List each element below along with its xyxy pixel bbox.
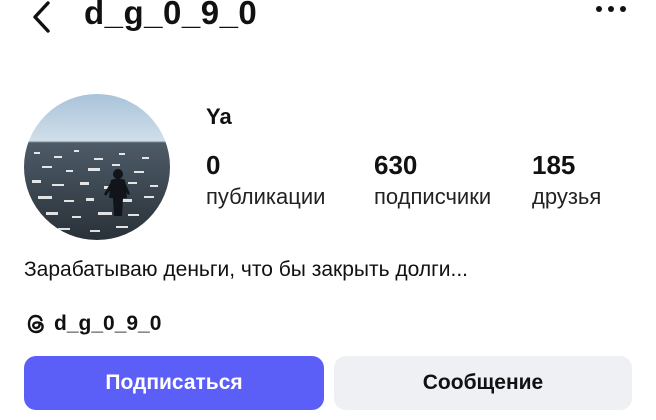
posts-stat[interactable]: 0 публикации (206, 150, 325, 212)
more-options-icon[interactable] (594, 2, 628, 16)
profile-bio: Зарабатываю деньги, что бы закрыть долги… (24, 258, 468, 281)
friends-count: 185 (532, 150, 576, 180)
follow-button[interactable]: Подписаться (24, 356, 324, 410)
message-button[interactable]: Сообщение (334, 356, 632, 410)
threads-handle: d_g_0_9_0 (54, 312, 162, 335)
back-chevron-icon[interactable] (28, 0, 58, 34)
followers-count: 630 (374, 150, 418, 180)
profile-username-title: d_g_0_9_0 (84, 0, 258, 31)
friends-label: друзья (532, 184, 602, 209)
followers-stat[interactable]: 630 подписчики (374, 150, 491, 212)
posts-label: публикации (206, 184, 326, 209)
display-name: Ya (206, 104, 232, 129)
avatar[interactable] (24, 94, 170, 240)
threads-profile-link[interactable]: d_g_0_9_0 (24, 312, 161, 336)
followers-label: подписчики (374, 184, 492, 209)
threads-icon (27, 314, 44, 334)
posts-count: 0 (206, 150, 221, 180)
friends-stat[interactable]: 185 друзья (532, 150, 601, 212)
avatar-photo (24, 94, 170, 240)
